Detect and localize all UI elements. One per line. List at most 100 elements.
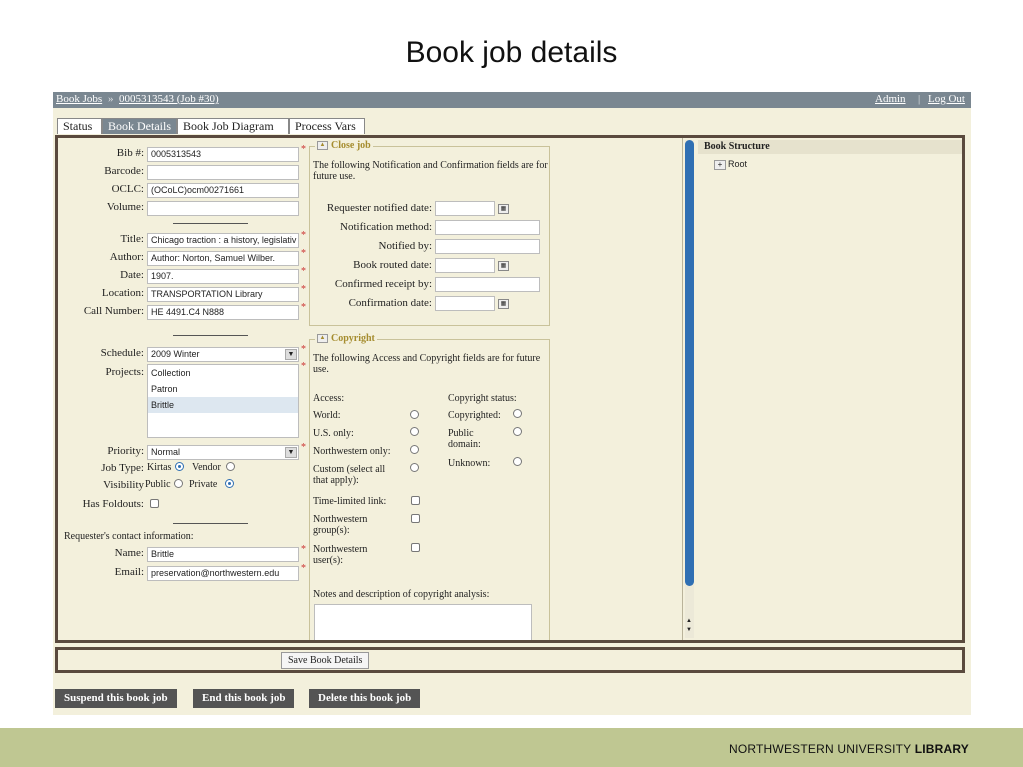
requester-notified-label: Requester notified date: — [326, 202, 432, 214]
schedule-value: 2009 Winter — [151, 349, 200, 359]
oclc-label: OCLC: — [111, 183, 144, 195]
save-book-details-button[interactable]: Save Book Details — [281, 652, 370, 669]
required-mark: * — [301, 344, 306, 355]
chevron-down-icon[interactable]: ▼ — [285, 349, 297, 360]
status-unknown-label: Unknown: — [448, 458, 491, 469]
tab-book-job-diagram[interactable]: Book Job Diagram — [177, 118, 289, 134]
copyright-legend[interactable]: ▲ Copyright — [315, 333, 377, 344]
required-mark: * — [301, 144, 306, 155]
confirmation-date-label: Confirmation date: — [348, 297, 432, 309]
confirmation-date-field[interactable] — [435, 296, 495, 311]
date-field[interactable]: 1907. — [147, 269, 299, 284]
collapse-icon[interactable]: ▲ — [317, 334, 328, 344]
notification-method-label: Notification method: — [340, 221, 432, 233]
tab-process-vars[interactable]: Process Vars — [289, 118, 365, 134]
scrollbar[interactable]: ▲ ▼ — [685, 140, 694, 638]
calendar-icon[interactable]: ▦ — [498, 299, 509, 309]
access-custom-radio[interactable] — [410, 463, 419, 472]
end-job-button[interactable]: End this book job — [193, 689, 295, 708]
author-field[interactable]: Author: Norton, Samuel Wilber. — [147, 251, 299, 266]
oclc-field[interactable]: (OCoLC)ocm00271661 — [147, 183, 299, 198]
location-field[interactable]: TRANSPORTATION Library — [147, 287, 299, 302]
logout-link[interactable]: Log Out — [928, 93, 965, 105]
list-item[interactable]: Collection — [148, 365, 298, 381]
footer-logo: NORTHWESTERN UNIVERSITY LIBRARY — [729, 742, 969, 756]
access-nu-radio[interactable] — [410, 445, 419, 454]
callnumber-field[interactable]: HE 4491.C4 N888 — [147, 305, 299, 320]
projects-label: Projects: — [105, 366, 145, 378]
tab-book-details[interactable]: Book Details — [102, 118, 177, 134]
required-mark: * — [301, 544, 306, 555]
book-routed-label: Book routed date: — [353, 259, 432, 271]
requester-notified-date-field[interactable] — [435, 201, 495, 216]
projects-listbox[interactable]: Collection Patron Brittle — [147, 364, 299, 438]
title-label: Title: — [120, 233, 144, 245]
notified-by-field[interactable] — [435, 239, 540, 254]
barcode-field[interactable] — [147, 165, 299, 180]
book-routed-date-field[interactable] — [435, 258, 495, 273]
scrollbar-thumb[interactable] — [685, 140, 694, 586]
confirmed-receipt-field[interactable] — [435, 277, 540, 292]
divider-line — [173, 335, 248, 336]
bib-field[interactable]: 0005313543 — [147, 147, 299, 162]
tree-node-root[interactable]: Root — [728, 159, 747, 169]
jobtype-kirtas-radio[interactable] — [175, 462, 184, 471]
suspend-job-button[interactable]: Suspend this book job — [55, 689, 177, 708]
status-copyrighted-radio[interactable] — [513, 409, 522, 418]
nu-groups-checkbox[interactable] — [411, 514, 420, 523]
access-us-label: U.S. only: — [313, 428, 354, 439]
calendar-icon[interactable]: ▦ — [498, 261, 509, 271]
location-label: Location: — [101, 287, 144, 299]
status-public-domain-radio[interactable] — [513, 427, 522, 436]
visibility-private-radio[interactable] — [225, 479, 234, 488]
required-mark: * — [301, 248, 306, 259]
admin-link[interactable]: Admin — [875, 93, 906, 105]
email-label: Email: — [114, 566, 144, 578]
foldouts-label: Has Foldouts: — [82, 498, 144, 510]
delete-job-button[interactable]: Delete this book job — [309, 689, 421, 708]
nu-groups-label: Northwestern group(s): — [313, 514, 368, 536]
schedule-label: Schedule: — [100, 347, 144, 359]
name-label: Name: — [114, 547, 144, 559]
list-item[interactable]: Brittle — [148, 397, 298, 413]
copyright-notes-textarea[interactable] — [314, 604, 532, 640]
status-unknown-radio[interactable] — [513, 457, 522, 466]
list-item[interactable]: Patron — [148, 381, 298, 397]
scroll-up-icon[interactable]: ▲ — [686, 618, 692, 624]
notified-by-label: Notified by: — [378, 240, 432, 252]
calendar-icon[interactable]: ▦ — [498, 204, 509, 214]
email-field[interactable]: preservation@northwestern.edu — [147, 566, 299, 581]
close-job-legend[interactable]: ▲ Close job — [315, 140, 373, 151]
nu-users-checkbox[interactable] — [411, 543, 420, 552]
copyright-status-label: Copyright status: — [448, 393, 517, 404]
slide-title: Book job details — [405, 36, 618, 69]
name-field[interactable]: Brittle — [147, 547, 299, 562]
status-public-domain-label: Public domain: — [448, 428, 481, 450]
chevron-down-icon[interactable]: ▼ — [285, 447, 297, 458]
foldouts-checkbox[interactable] — [150, 499, 159, 508]
volume-field[interactable] — [147, 201, 299, 216]
access-us-radio[interactable] — [410, 427, 419, 436]
copyright-notes-label: Notes and description of copyright analy… — [313, 589, 490, 600]
date-label: Date: — [120, 269, 144, 281]
notification-method-field[interactable] — [435, 220, 540, 235]
access-world-radio[interactable] — [410, 410, 419, 419]
access-world-label: World: — [313, 410, 341, 421]
column-divider — [682, 138, 683, 640]
jobtype-vendor-label: Vendor — [192, 462, 221, 473]
required-mark: * — [301, 442, 306, 453]
expand-icon[interactable]: + — [714, 160, 726, 170]
volume-label: Volume: — [106, 201, 144, 213]
tab-status[interactable]: Status — [57, 118, 102, 134]
priority-select[interactable]: Normal ▼ — [147, 445, 299, 460]
schedule-select[interactable]: 2009 Winter ▼ — [147, 347, 299, 362]
visibility-public-radio[interactable] — [174, 479, 183, 488]
breadcrumb-book-jobs[interactable]: Book Jobs — [56, 93, 102, 105]
jobtype-vendor-radio[interactable] — [226, 462, 235, 471]
title-field[interactable]: Chicago traction : a history, legislativ — [147, 233, 299, 248]
collapse-icon[interactable]: ▲ — [317, 141, 328, 151]
time-limited-checkbox[interactable] — [411, 496, 420, 505]
app-window: Book Jobs » 0005313543 (Job #30) Admin |… — [53, 92, 971, 715]
scroll-down-icon[interactable]: ▼ — [686, 627, 692, 633]
breadcrumb-current-job[interactable]: 0005313543 (Job #30) — [119, 93, 219, 105]
